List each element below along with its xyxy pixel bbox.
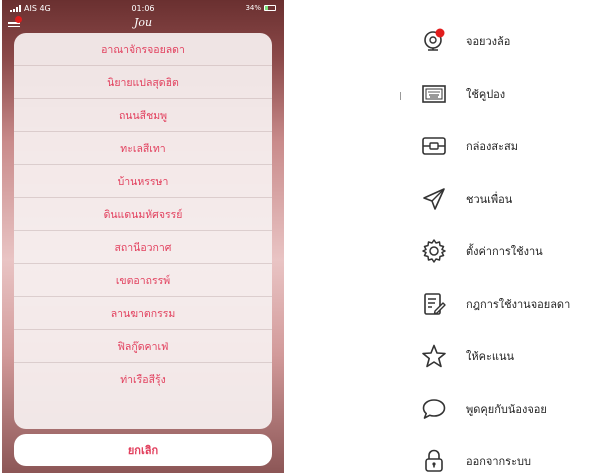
hamburger-icon[interactable] xyxy=(8,22,20,30)
star-icon xyxy=(420,342,448,370)
coupon-icon xyxy=(420,80,448,108)
status-right: 34% xyxy=(176,4,276,12)
sheet-item[interactable]: ถนนสีชมพู xyxy=(14,99,272,132)
sheet-item[interactable]: ดินแดนมหัศจรรย์ xyxy=(14,198,272,231)
rules-document-icon xyxy=(420,290,448,318)
signal-icon xyxy=(10,4,21,12)
menu-label: กล่องสะสม xyxy=(466,140,518,154)
sheet-item[interactable]: ท่าเรือสีรุ้ง xyxy=(14,363,272,396)
battery-icon xyxy=(264,5,276,11)
menu-item-invite-friends[interactable]: ชวนเพื่อน xyxy=(420,173,613,226)
collection-box-icon xyxy=(420,132,448,160)
carrier-label: AIS 4G xyxy=(24,3,51,13)
menu-label: ออกจากระบบ xyxy=(466,455,531,469)
action-sheet: อาณาจักรจอยลดา นิยายแปลสุดฮิต ถนนสีชมพู … xyxy=(14,33,272,429)
phone-screen: AIS 4G 01:06 34% Jou อาณาจักรจอยลดา นิยา… xyxy=(2,0,284,473)
notification-dot xyxy=(15,16,22,23)
header-logo: Jou xyxy=(134,16,153,29)
menu-label: กฎการใช้งานจอยลดา xyxy=(466,297,571,311)
spin-wheel-icon xyxy=(420,27,448,55)
status-bar: AIS 4G 01:06 34% xyxy=(2,0,284,16)
menu-label: ตั้งค่าการใช้งาน xyxy=(466,245,543,259)
app-header: Jou xyxy=(2,16,284,32)
sheet-item[interactable]: ฟิลกู๊ดคาเฟ่ xyxy=(14,330,272,363)
battery-percent: 34% xyxy=(245,4,261,12)
menu-label: จอยวงล้อ xyxy=(466,35,511,49)
menu-item-spin-wheel[interactable]: จอยวงล้อ xyxy=(420,15,613,68)
sheet-item[interactable]: อาณาจักรจอยลดา xyxy=(14,33,272,66)
sheet-item[interactable]: ลานฆาตกรรม xyxy=(14,297,272,330)
side-menu: จอยวงล้อ ใช้คูปอง กล่องสะสม ชวนเพื่อน ตั… xyxy=(420,15,613,473)
menu-label: พูดคุยกับน้องจอย xyxy=(466,402,547,416)
lock-icon xyxy=(420,447,448,473)
sheet-item[interactable]: สถานีอวกาศ xyxy=(14,231,272,264)
menu-item-coupon[interactable]: ใช้คูปอง xyxy=(420,68,613,121)
sheet-item[interactable]: บ้านหรรษา xyxy=(14,165,272,198)
cancel-button[interactable]: ยกเลิก xyxy=(14,434,272,466)
sheet-item[interactable]: นิยายแปลสุดฮิต xyxy=(14,66,272,99)
menu-item-chat[interactable]: พูดคุยกับน้องจอย xyxy=(420,383,613,436)
menu-item-collection-box[interactable]: กล่องสะสม xyxy=(420,120,613,173)
sheet-item[interactable]: เขตอาถรรพ์ xyxy=(14,264,272,297)
paper-plane-icon xyxy=(420,185,448,213)
sheet-item[interactable]: ทะเลสีเทา xyxy=(14,132,272,165)
menu-label: ให้คะแนน xyxy=(466,350,515,364)
chat-bubble-icon xyxy=(420,395,448,423)
menu-item-rate[interactable]: ให้คะแนน xyxy=(420,330,613,383)
menu-item-settings[interactable]: ตั้งค่าการใช้งาน xyxy=(420,225,613,278)
menu-item-rules[interactable]: กฎการใช้งานจอยลดา xyxy=(420,278,613,331)
divider-tick xyxy=(400,92,401,100)
menu-label: ชวนเพื่อน xyxy=(466,192,513,206)
menu-item-logout[interactable]: ออกจากระบบ xyxy=(420,435,613,473)
gear-icon xyxy=(420,237,448,265)
status-left: AIS 4G xyxy=(10,4,110,13)
menu-label: ใช้คูปอง xyxy=(466,87,506,101)
status-time: 01:06 xyxy=(131,3,155,13)
